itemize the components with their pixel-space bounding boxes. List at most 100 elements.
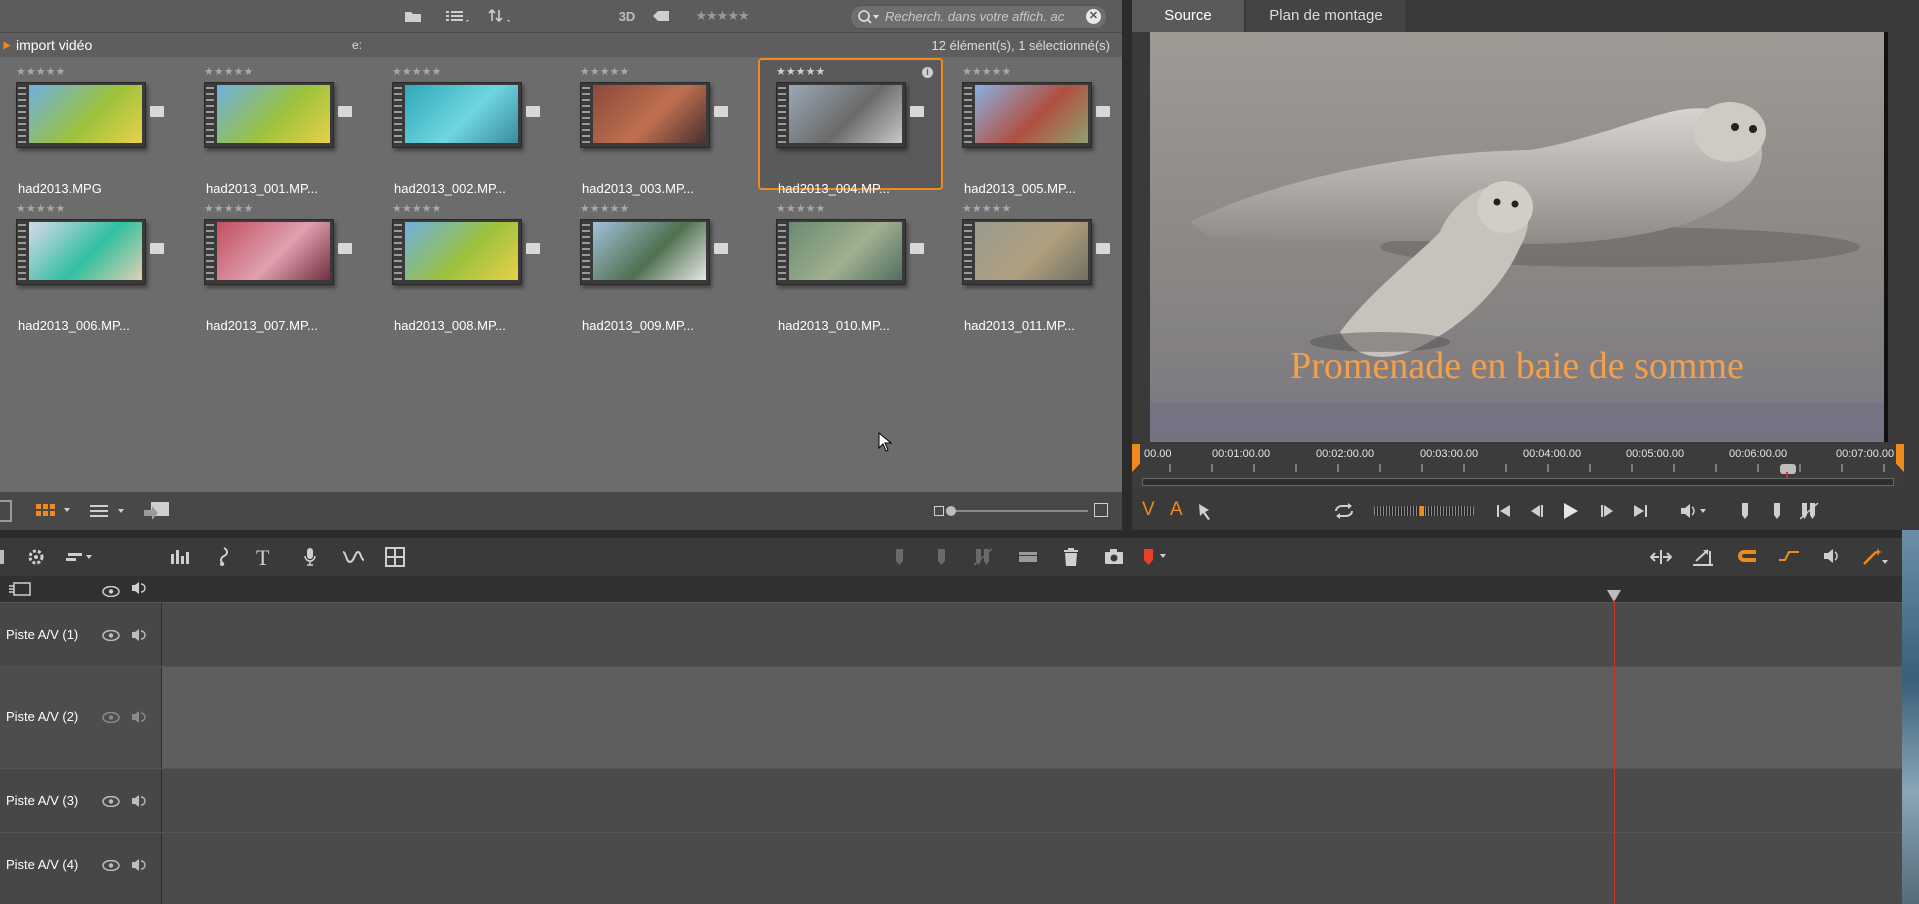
track-eye-icon[interactable] — [102, 712, 120, 723]
track-speaker-icon[interactable] — [131, 710, 147, 724]
folder-icon[interactable] — [402, 5, 424, 27]
music-note-icon[interactable] — [216, 547, 232, 572]
library-item[interactable]: ★★★★★ had2013_010.MP... — [760, 197, 945, 333]
film-strip-icon[interactable] — [1018, 549, 1038, 570]
library-item[interactable]: ★★★★★ had2013_011.MP... — [946, 197, 1131, 333]
3d-filter-button[interactable]: 3D — [614, 5, 640, 27]
track-speaker-icon[interactable] — [131, 794, 147, 808]
library-item[interactable]: ★★★★★ had2013.MPG — [0, 60, 185, 196]
insert-mode-icon[interactable] — [1692, 547, 1714, 572]
track-speaker-icon[interactable] — [131, 858, 147, 872]
go-to-start-icon[interactable] — [1496, 503, 1512, 524]
library-item[interactable]: ★★★★★ had2013_002.MP... — [376, 60, 561, 196]
go-to-end-icon[interactable] — [1632, 503, 1648, 524]
track-header[interactable]: Piste A/V (3) — [0, 769, 162, 832]
panel-handle-icon[interactable] — [0, 550, 4, 564]
library-item[interactable]: ★★★★★ had2013_005.MP... — [946, 60, 1131, 196]
clear-marks-icon[interactable] — [1799, 502, 1820, 525]
track-lane[interactable] — [162, 603, 1902, 666]
transition-curve-icon[interactable] — [342, 549, 366, 570]
grid-view-icon[interactable] — [36, 504, 70, 523]
item-rating-stars[interactable]: ★★★★★ — [204, 202, 253, 215]
loop-icon[interactable] — [1332, 503, 1356, 524]
track-lane[interactable] — [162, 833, 1902, 904]
item-rating-stars[interactable]: ★★★★★ — [776, 65, 825, 78]
audio-mixer-icon[interactable] — [170, 548, 192, 571]
global-eye-icon[interactable] — [102, 584, 120, 602]
global-speaker-icon[interactable] — [131, 581, 147, 600]
track-align-icon[interactable] — [66, 549, 96, 570]
step-forward-icon[interactable] — [1600, 503, 1616, 524]
library-item[interactable]: ★★★★★ had2013_008.MP... — [376, 197, 561, 333]
montage-grid-icon[interactable] — [385, 547, 405, 572]
panel-toggle-icon[interactable] — [0, 500, 12, 522]
title-text-icon[interactable]: T — [256, 545, 269, 571]
marker-right-icon[interactable] — [936, 548, 948, 571]
in-marker-icon[interactable] — [1132, 444, 1140, 472]
tag-icon[interactable] — [650, 5, 672, 27]
list-view-dropdown-icon[interactable] — [444, 5, 474, 27]
step-back-icon[interactable] — [1528, 503, 1544, 524]
zoom-slider-handle[interactable] — [946, 506, 956, 516]
item-rating-stars[interactable]: ★★★★★ — [16, 202, 65, 215]
item-rating-stars[interactable]: ★★★★★ — [962, 202, 1011, 215]
marker-left-icon[interactable] — [894, 548, 906, 571]
collapse-triangle-icon[interactable] — [3, 41, 11, 50]
play-icon[interactable] — [1560, 501, 1580, 526]
scrubber-handle[interactable] — [1780, 464, 1796, 474]
mark-out-icon[interactable] — [1772, 502, 1782, 525]
library-item[interactable]: ★★★★★ had2013_001.MP... — [188, 60, 373, 196]
track-header[interactable]: Piste A/V (1) — [0, 603, 162, 666]
search-input[interactable] — [885, 8, 1071, 25]
track-eye-icon[interactable] — [102, 796, 120, 807]
library-item[interactable]: ★★★★★ had2013_009.MP... — [564, 197, 749, 333]
clear-search-icon[interactable]: ✕ — [1086, 9, 1101, 24]
rating-filter-stars[interactable]: ★★★★★ — [690, 5, 754, 27]
tab-source[interactable]: Source — [1132, 0, 1244, 32]
ruler-scrollbar[interactable] — [1142, 478, 1894, 486]
mark-in-icon[interactable] — [1740, 502, 1750, 525]
magic-wand-icon[interactable] — [1862, 546, 1888, 571]
audio-toggle[interactable]: A — [1170, 499, 1183, 521]
clear-markers-icon[interactable] — [973, 548, 994, 571]
source-ruler[interactable]: 00.00 00:01:00.00 00:02:00.00 00:03:00.0… — [1132, 444, 1904, 490]
camera-snapshot-icon[interactable] — [1104, 548, 1124, 571]
info-icon[interactable]: i — [922, 67, 933, 78]
audio-scrub-icon[interactable] — [1778, 548, 1800, 569]
item-rating-stars[interactable]: ★★★★★ — [392, 65, 441, 78]
item-rating-stars[interactable]: ★★★★★ — [580, 65, 629, 78]
magnet-icon[interactable] — [1736, 548, 1758, 569]
library-item[interactable]: ★★★★★ i had2013_004.MP... — [758, 58, 943, 196]
item-rating-stars[interactable]: ★★★★★ — [16, 65, 65, 78]
item-rating-stars[interactable]: ★★★★★ — [392, 202, 441, 215]
video-toggle[interactable]: V — [1142, 499, 1155, 521]
import-icon[interactable] — [142, 500, 172, 527]
item-rating-stars[interactable]: ★★★★★ — [204, 65, 253, 78]
track-speaker-icon[interactable] — [131, 628, 147, 642]
zoom-slider-track[interactable] — [948, 510, 1088, 512]
search-icon[interactable] — [857, 9, 881, 30]
track-header[interactable]: Piste A/V (2) — [0, 667, 162, 768]
speaker-mute-icon[interactable] — [1822, 548, 1844, 569]
split-clip-icon[interactable] — [1649, 550, 1673, 569]
item-rating-stars[interactable]: ★★★★★ — [580, 202, 629, 215]
add-marker-icon[interactable] — [1142, 548, 1172, 571]
track-lane[interactable] — [162, 769, 1902, 832]
track-lane[interactable] — [162, 667, 1902, 768]
item-rating-stars[interactable]: ★★★★★ — [962, 65, 1011, 78]
library-item[interactable]: ★★★★★ had2013_006.MP... — [0, 197, 185, 333]
item-rating-stars[interactable]: ★★★★★ — [776, 202, 825, 215]
out-marker-icon[interactable] — [1896, 444, 1904, 472]
track-header[interactable]: Piste A/V (4) — [0, 833, 162, 904]
trash-icon[interactable] — [1062, 547, 1080, 572]
track-eye-icon[interactable] — [102, 630, 120, 641]
volume-icon[interactable] — [1680, 503, 1710, 524]
settings-gear-icon[interactable] — [26, 547, 48, 572]
library-item[interactable]: ★★★★★ had2013_003.MP... — [564, 60, 749, 196]
send-to-timeline-icon[interactable] — [1196, 501, 1218, 526]
track-eye-icon[interactable] — [102, 860, 120, 871]
tab-plan-de-montage[interactable]: Plan de montage — [1246, 0, 1407, 32]
sort-icon[interactable] — [486, 5, 516, 27]
track-settings-icon[interactable] — [8, 581, 32, 602]
microphone-icon[interactable] — [302, 547, 318, 572]
